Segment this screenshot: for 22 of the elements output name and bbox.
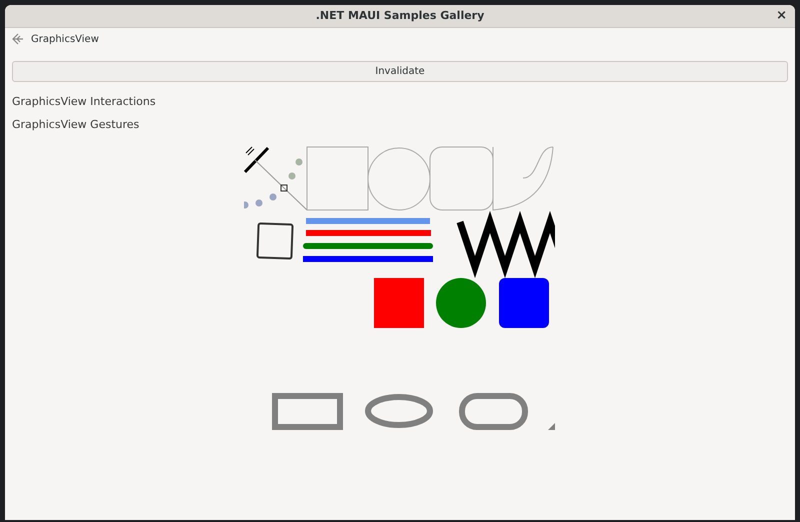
close-button[interactable]: × <box>776 8 787 24</box>
circle-outline <box>368 148 430 210</box>
page-title: GraphicsView <box>31 32 99 46</box>
corner-triangle <box>548 423 555 430</box>
circle-shape <box>436 278 486 328</box>
menu-link[interactable]: GraphicsView Gestures <box>12 118 140 131</box>
square-outline <box>256 222 294 260</box>
invalidate-button[interactable]: Invalidate <box>12 61 788 82</box>
square-outline <box>306 146 368 210</box>
window-title: .NET MAUI Samples Gallery <box>316 8 484 24</box>
curve-drawing <box>492 146 554 210</box>
rounded-rectangle-outline <box>459 393 528 430</box>
square-shape <box>374 278 424 328</box>
menu-link[interactable]: GraphicsView Interactions <box>12 95 156 108</box>
dots-drawing <box>244 158 302 208</box>
ellipse-outline <box>365 394 433 428</box>
connector-line-drawing <box>254 160 308 210</box>
rounded-square-outline <box>430 146 494 210</box>
hatched-line-drawing <box>244 146 270 174</box>
rectangle-outline <box>272 393 343 430</box>
rounded-square-shape <box>499 278 549 328</box>
back-arrow-icon[interactable] <box>12 33 24 45</box>
